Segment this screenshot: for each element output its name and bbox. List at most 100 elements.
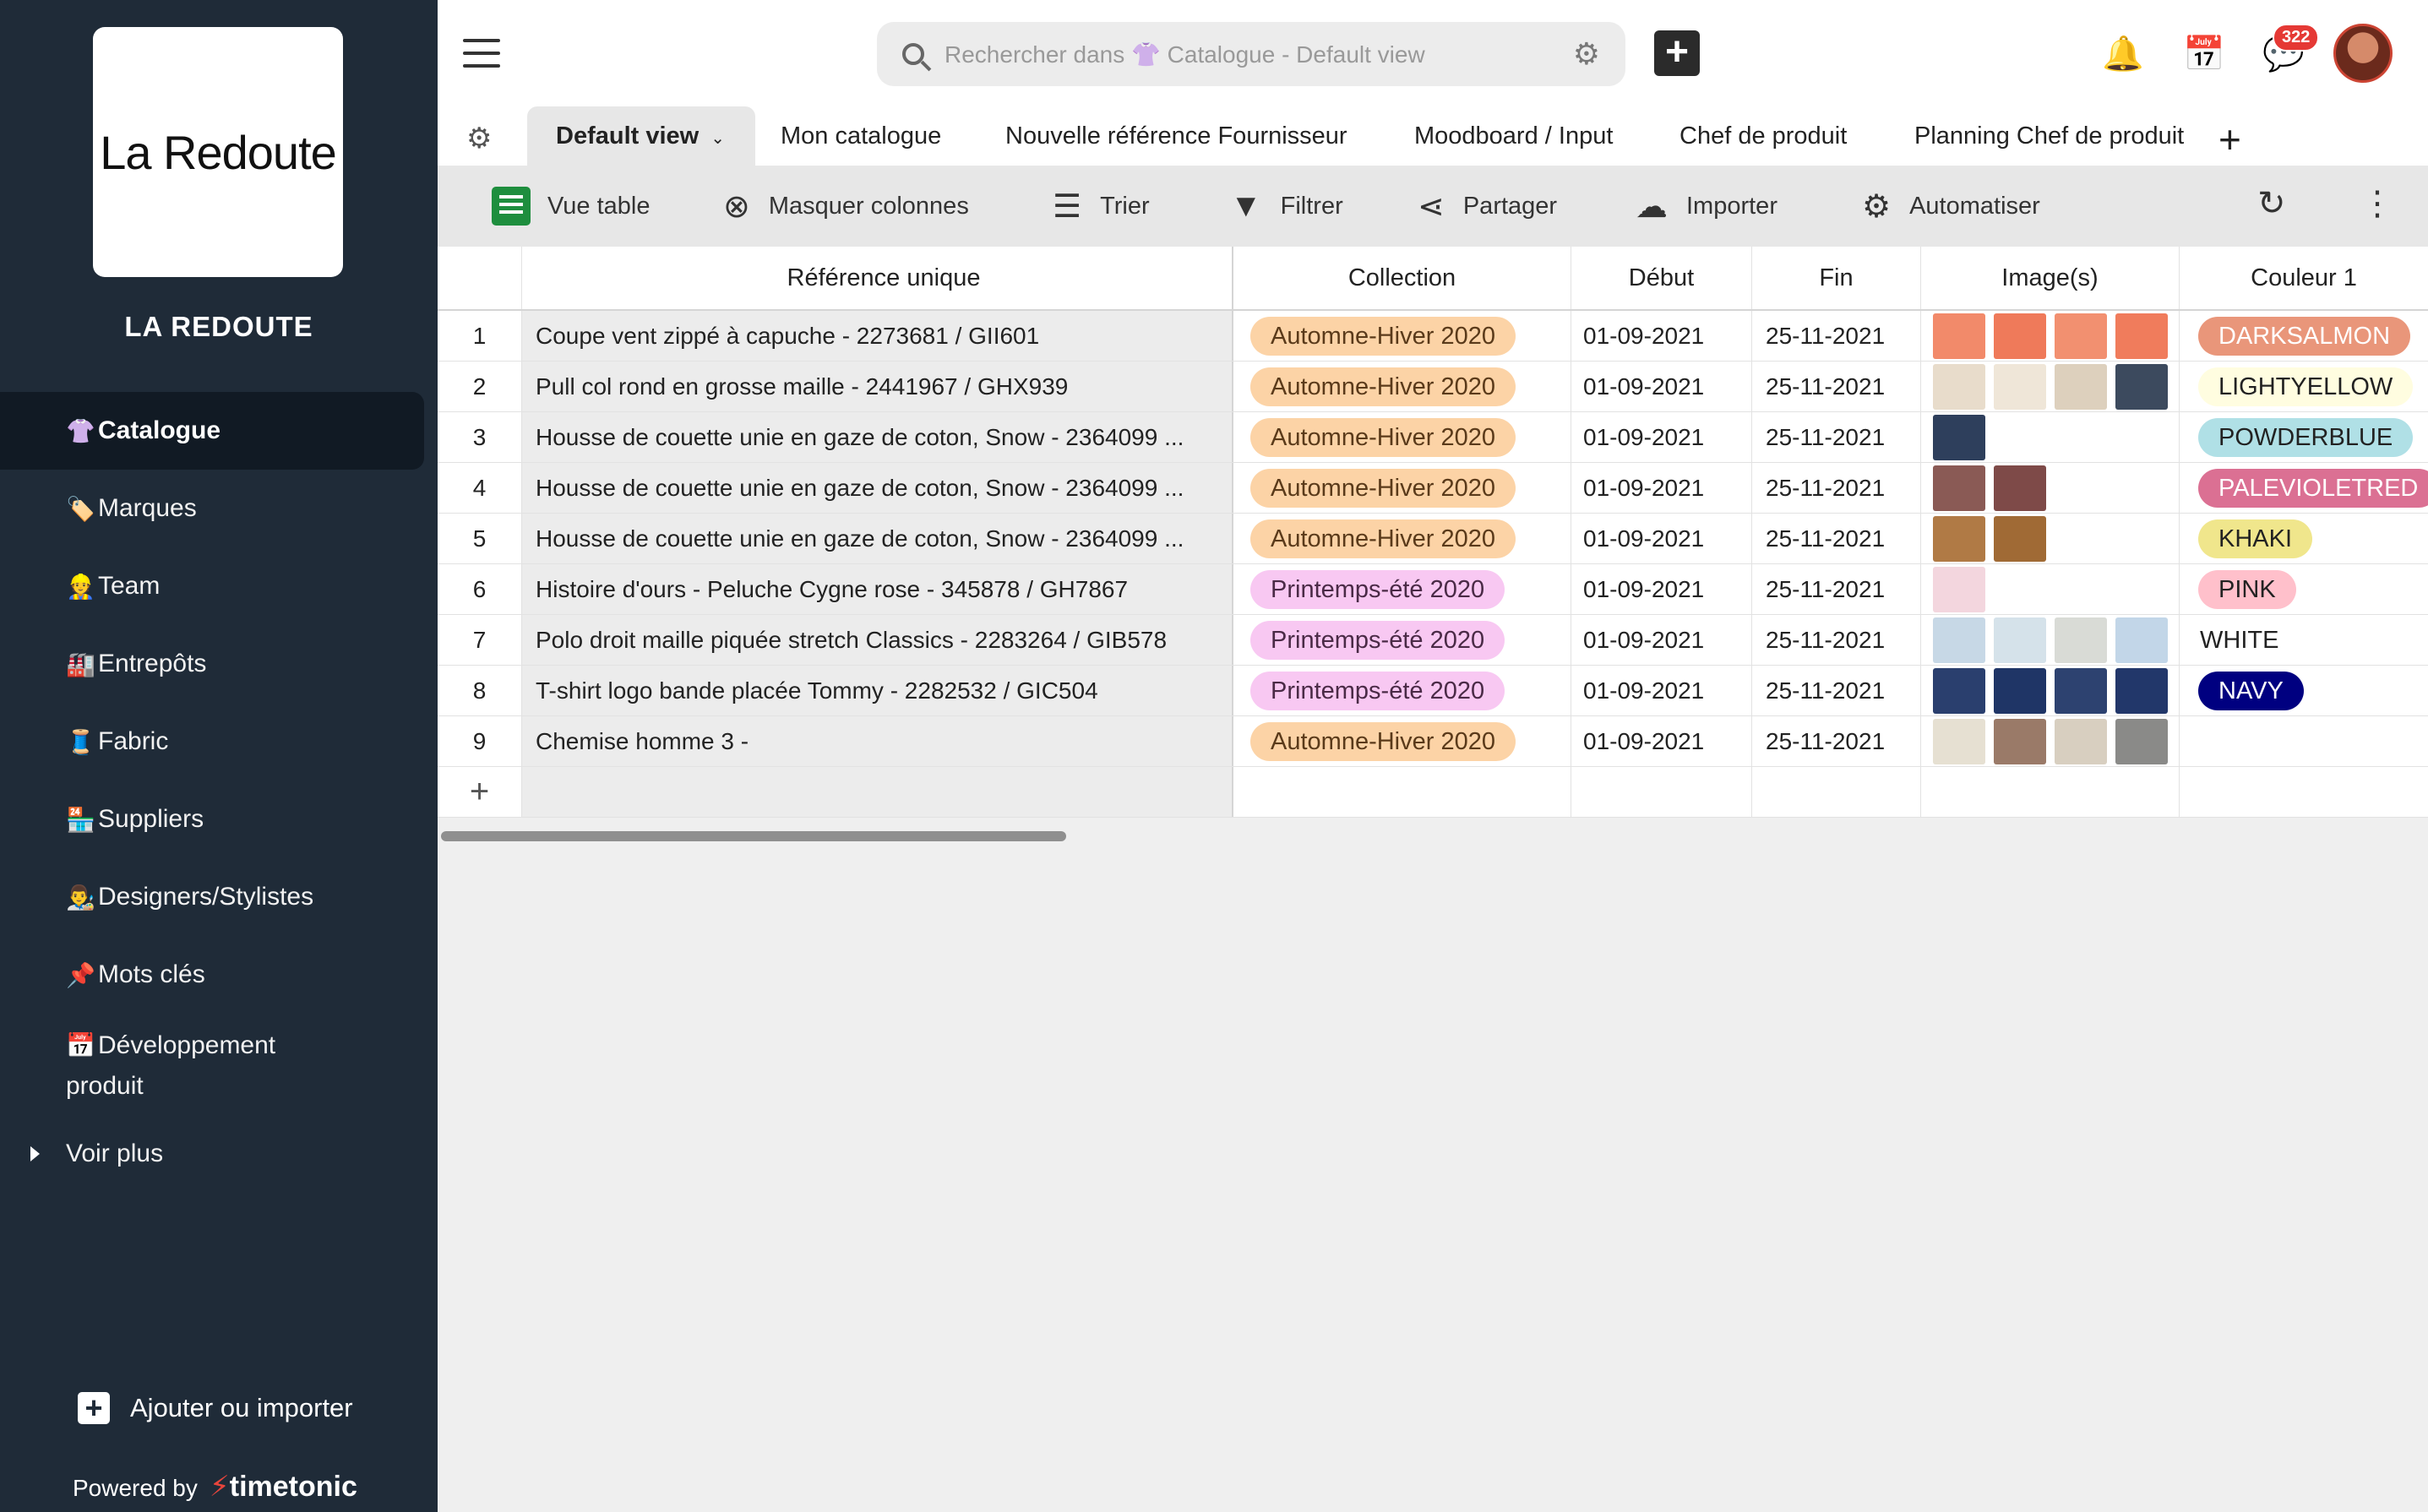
image-thumbnail[interactable] [2055,718,2107,764]
collection-cell[interactable]: Automne-Hiver 2020 [1233,716,1571,766]
image-thumbnail[interactable] [1994,363,2046,410]
tab-planning[interactable]: Planning Chef de produit [1914,106,2184,166]
sidebar-item-mots-cles[interactable]: 📌 Mots clés [0,936,438,1014]
reference-cell[interactable]: Housse de couette unie en gaze de coton,… [522,412,1233,462]
reference-cell[interactable]: Pull col rond en grosse maille - 2441967… [522,362,1233,411]
table-row[interactable]: 6 Histoire d'ours - Peluche Cygne rose - … [438,564,2428,615]
image-thumbnail[interactable] [1933,515,1985,562]
images-cell[interactable] [1921,514,2180,563]
sidebar-item-designers[interactable]: 👨‍🎨 Designers/Stylistes [0,858,438,936]
start-date-cell[interactable]: 01-09-2021 [1571,666,1752,715]
end-date-cell[interactable]: 25-11-2021 [1752,564,1921,614]
image-thumbnail[interactable] [1933,617,1985,663]
reference-cell[interactable]: Housse de couette unie en gaze de coton,… [522,514,1233,563]
search-bar[interactable]: Rechercher dans 👚 Catalogue - Default vi… [877,22,1625,86]
color-cell[interactable]: LIGHTYELLOW [2180,362,2428,411]
sidebar-item-marques[interactable]: 🏷️ Marques [0,470,438,547]
more-vertical-icon[interactable]: ⋮ [2360,184,2394,223]
reference-cell[interactable]: Housse de couette unie en gaze de coton,… [522,463,1233,513]
image-thumbnail[interactable] [2055,363,2107,410]
image-thumbnail[interactable] [1994,617,2046,663]
image-thumbnail[interactable] [2115,363,2168,410]
color-cell[interactable] [2180,716,2428,766]
start-date-cell[interactable]: 01-09-2021 [1571,412,1752,462]
reference-cell[interactable]: Polo droit maille piquée stretch Classic… [522,615,1233,665]
header-reference[interactable]: Référence unique [522,247,1233,309]
color-cell[interactable]: DARKSALMON [2180,311,2428,361]
tab-nouvelle-reference[interactable]: Nouvelle référence Fournisseur [1005,106,1347,166]
header-color1[interactable]: Couleur 1 [2180,247,2428,309]
images-cell[interactable] [1921,564,2180,614]
image-thumbnail[interactable] [1994,718,2046,764]
images-cell[interactable] [1921,412,2180,462]
collection-cell[interactable]: Printemps-été 2020 [1233,666,1571,715]
end-date-cell[interactable]: 25-11-2021 [1752,716,1921,766]
collection-cell[interactable]: Printemps-été 2020 [1233,564,1571,614]
collection-cell[interactable]: Printemps-été 2020 [1233,615,1571,665]
share-button[interactable]: ⋖ Partager [1418,166,1557,247]
end-date-cell[interactable]: 25-11-2021 [1752,463,1921,513]
table-row[interactable]: 8 T-shirt logo bande placée Tommy - 22825… [438,666,2428,716]
tab-default-view[interactable]: Default view ⌄ [527,106,755,166]
image-thumbnail[interactable] [1933,414,1985,460]
add-row[interactable]: + [438,767,2428,818]
table-row[interactable]: 7 Polo droit maille piquée stretch Classi… [438,615,2428,666]
sidebar-item-catalogue[interactable]: 👚 Catalogue [0,392,424,470]
image-thumbnail[interactable] [2055,313,2107,359]
start-date-cell[interactable]: 01-09-2021 [1571,463,1752,513]
collection-cell[interactable]: Automne-Hiver 2020 [1233,514,1571,563]
gear-icon[interactable]: ⚙ [1573,36,1600,72]
reference-cell[interactable]: Chemise homme 3 - [522,716,1233,766]
org-logo[interactable]: La Redoute [93,27,343,277]
image-thumbnail[interactable] [1933,566,1985,612]
image-thumbnail[interactable] [1994,465,2046,511]
avatar[interactable] [2333,24,2393,83]
view-table-button[interactable]: Vue table [492,166,650,247]
table-row[interactable]: 4 Housse de couette unie en gaze de coton… [438,463,2428,514]
image-thumbnail[interactable] [1994,515,2046,562]
color-cell[interactable]: NAVY [2180,666,2428,715]
table-row[interactable]: 2 Pull col rond en grosse maille - 244196… [438,362,2428,412]
image-thumbnail[interactable] [2115,718,2168,764]
menu-icon[interactable] [463,39,500,68]
image-thumbnail[interactable] [1933,718,1985,764]
image-thumbnail[interactable] [1994,313,2046,359]
image-thumbnail[interactable] [1933,465,1985,511]
sidebar-item-developpement[interactable]: 📅 Développement produit [0,1014,438,1115]
image-thumbnail[interactable] [2115,617,2168,663]
reference-cell[interactable]: Coupe vent zippé à capuche - 2273681 / G… [522,311,1233,361]
bell-icon[interactable]: 🔔 [2102,34,2144,73]
sliders-icon[interactable]: ⚙ [466,122,492,155]
header-images[interactable]: Image(s) [1921,247,2180,309]
image-thumbnail[interactable] [1933,313,1985,359]
table-row[interactable]: 9 Chemise homme 3 - Automne-Hiver 2020 01-0… [438,716,2428,767]
image-thumbnail[interactable] [2115,667,2168,714]
reference-cell[interactable]: Histoire d'ours - Peluche Cygne rose - 3… [522,564,1233,614]
add-tab-icon[interactable]: + [2218,117,2241,162]
table-row[interactable]: 3 Housse de couette unie en gaze de coton… [438,412,2428,463]
color-cell[interactable]: PINK [2180,564,2428,614]
calendar-icon[interactable]: 📅 [2183,34,2225,73]
sort-button[interactable]: ☰ Trier [1053,166,1150,247]
sidebar-item-entrepots[interactable]: 🏭 Entrepôts [0,625,438,703]
sidebar-item-fabric[interactable]: 🧵 Fabric [0,703,438,780]
collection-cell[interactable]: Automne-Hiver 2020 [1233,412,1571,462]
filter-button[interactable]: ▼ Filtrer [1230,166,1343,247]
start-date-cell[interactable]: 01-09-2021 [1571,716,1752,766]
sidebar-more[interactable]: Voir plus [0,1115,438,1193]
add-import-button[interactable]: + Ajouter ou importer [78,1392,353,1424]
end-date-cell[interactable]: 25-11-2021 [1752,514,1921,563]
hide-columns-button[interactable]: ⊗ Masquer colonnes [723,166,969,247]
image-thumbnail[interactable] [1933,667,1985,714]
search-input[interactable]: Rechercher dans 👚 Catalogue - Default vi… [945,41,1425,68]
collection-cell[interactable]: Automne-Hiver 2020 [1233,311,1571,361]
sidebar-item-team[interactable]: 👷 Team [0,547,438,625]
color-cell[interactable]: PALEVIOLETRED [2180,463,2428,513]
images-cell[interactable] [1921,615,2180,665]
tab-chef-de-produit[interactable]: Chef de produit [1679,106,1847,166]
color-cell[interactable]: WHITE [2180,615,2428,665]
add-row-icon[interactable]: + [438,767,522,817]
automate-button[interactable]: ⚙ Automatiser [1862,166,2040,247]
timetonic-logo[interactable]: ⚡timetonic [210,1470,357,1504]
image-thumbnail[interactable] [2055,617,2107,663]
